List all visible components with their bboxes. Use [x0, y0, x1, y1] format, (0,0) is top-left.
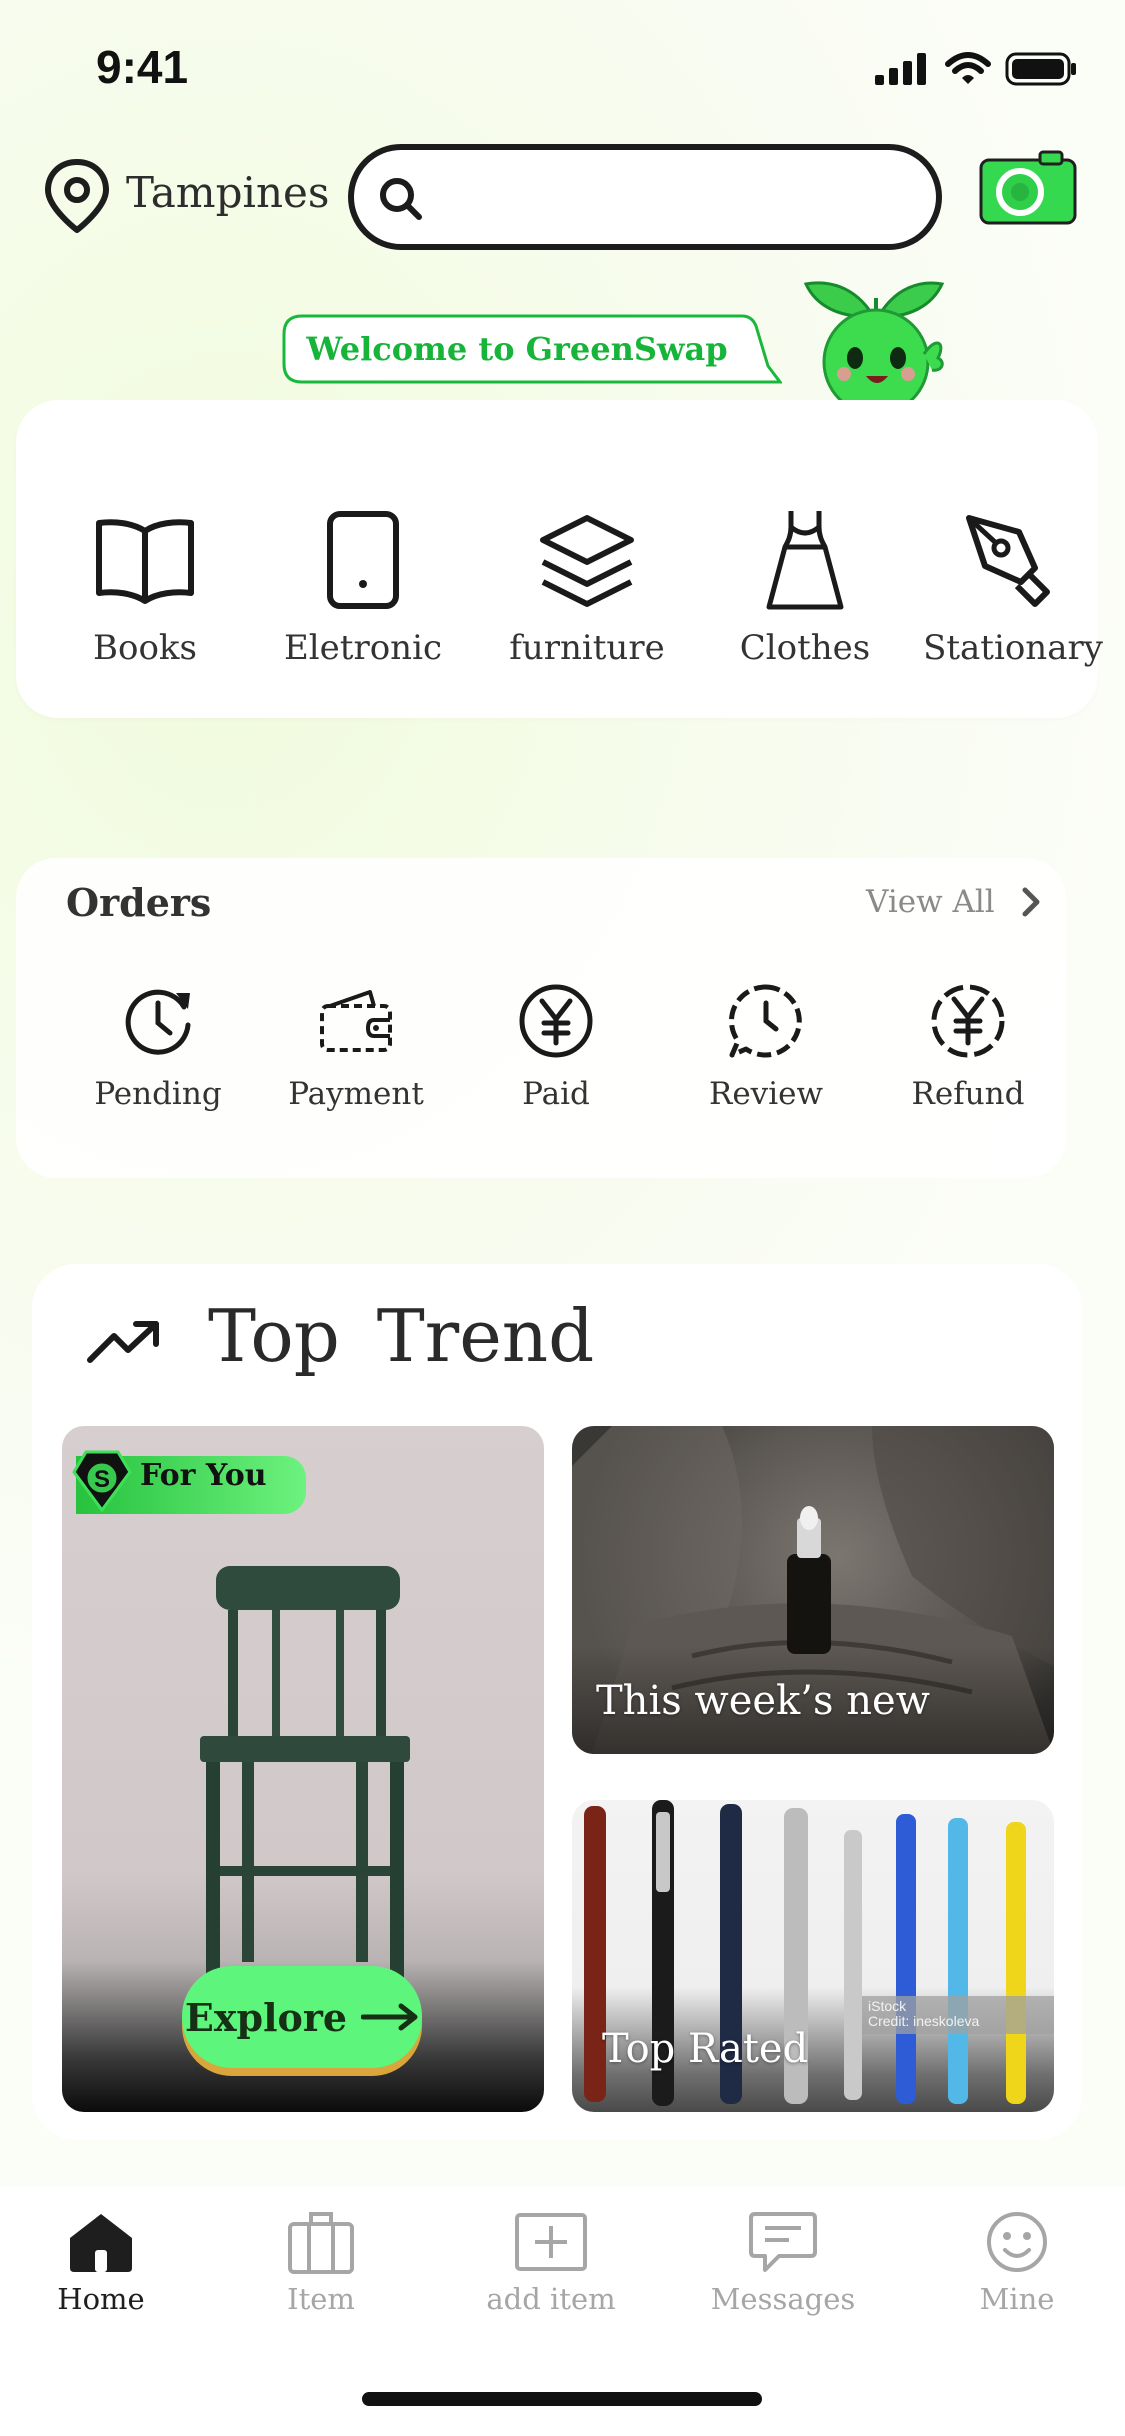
order-pending[interactable]: Pending — [68, 978, 248, 1112]
tab-add-item[interactable]: add item — [466, 2206, 636, 2316]
featured-tile[interactable]: S For You Explore — [62, 1426, 544, 2112]
category-electronic[interactable]: Eletronic — [268, 500, 458, 668]
tab-messages[interactable]: Messages — [698, 2206, 868, 2316]
search-bar[interactable] — [348, 144, 942, 250]
category-stationary[interactable]: Stationary — [918, 500, 1108, 668]
tab-label: Item — [287, 2282, 355, 2316]
smiley-icon — [987, 2212, 1047, 2272]
watermark-brand: iStock — [868, 1998, 907, 2014]
tab-label: Messages — [710, 2282, 856, 2316]
arrow-right-icon — [361, 2003, 418, 2031]
explore-button[interactable]: Explore — [182, 1966, 422, 2068]
orders-title: Orders — [66, 880, 212, 925]
home-icon — [70, 2214, 132, 2272]
order-label: Payment — [288, 1076, 424, 1112]
tab-mine[interactable]: Mine — [932, 2206, 1102, 2316]
message-icon — [749, 2212, 817, 2272]
tab-label: Home — [57, 2282, 145, 2316]
book-icon — [96, 519, 194, 604]
add-square-icon — [515, 2213, 587, 2271]
chair-image — [200, 1566, 410, 1982]
category-clothes[interactable]: Clothes — [710, 500, 900, 668]
category-label: Books — [93, 628, 197, 668]
pen-nib-icon — [966, 515, 1050, 607]
order-label: Review — [709, 1076, 823, 1112]
status-icons — [875, 52, 1077, 86]
chat-bubble-icon — [729, 984, 802, 1058]
order-review[interactable]: Review — [676, 978, 856, 1112]
home-indicator — [362, 2392, 762, 2406]
category-card: Books Eletronic furniture Clothes Statio… — [16, 400, 1103, 718]
svg-text:S: S — [94, 1466, 110, 1493]
briefcase-icon — [288, 2212, 354, 2274]
order-label: Refund — [911, 1076, 1025, 1112]
order-refund[interactable]: Refund — [878, 978, 1058, 1112]
top-trend-title: Top Trend — [208, 1294, 595, 1378]
order-label: Paid — [522, 1076, 590, 1112]
category-label: Stationary — [923, 628, 1103, 668]
location-pin-icon[interactable] — [42, 158, 112, 234]
signal-icon — [875, 53, 926, 85]
tab-item[interactable]: Item — [236, 2206, 406, 2316]
category-label: Clothes — [739, 628, 871, 668]
location-label[interactable]: Tampines — [126, 168, 329, 217]
view-all-link[interactable]: View All — [866, 884, 1041, 920]
tab-label: add item — [486, 2282, 616, 2316]
yen-refund-icon — [931, 984, 1005, 1058]
wallet-icon — [320, 990, 392, 1052]
category-furniture[interactable]: furniture — [492, 500, 682, 668]
battery-icon — [1005, 52, 1076, 86]
wifi-icon — [945, 52, 991, 84]
search-icon — [380, 178, 422, 220]
category-books[interactable]: Books — [50, 500, 240, 668]
welcome-message: Welcome to GreenSwap — [306, 330, 728, 368]
shield-s-icon: S — [72, 1450, 132, 1512]
view-all-label: View All — [866, 884, 995, 920]
yen-coin-icon — [519, 984, 593, 1058]
new-items-tile[interactable]: This week’s new — [572, 1426, 1054, 1754]
clock-refresh-icon — [125, 989, 191, 1055]
status-time: 9:41 — [96, 41, 189, 93]
new-items-caption: This week’s new — [596, 1678, 930, 1724]
order-label: Pending — [94, 1076, 222, 1112]
explore-label: Explore — [184, 1994, 348, 2040]
camera-icon[interactable] — [978, 150, 1078, 226]
category-label: Eletronic — [283, 628, 442, 668]
order-paid[interactable]: Paid — [466, 978, 646, 1112]
trending-up-icon — [87, 1321, 159, 1363]
dress-icon — [766, 511, 844, 610]
tab-home[interactable]: Home — [16, 2206, 186, 2316]
sprout-mascot — [803, 281, 945, 402]
layers-icon — [540, 515, 634, 607]
top-rated-caption: Top Rated — [602, 2026, 809, 2072]
search-input[interactable] — [444, 170, 914, 224]
order-payment[interactable]: Payment — [266, 978, 446, 1112]
tab-label: Mine — [979, 2282, 1055, 2316]
for-you-label: For You — [140, 1458, 267, 1493]
top-rated-tile[interactable]: iStock Credit: ineskoleva Top Rated — [572, 1800, 1054, 2112]
phone-icon — [327, 511, 399, 609]
watermark-credit: Credit: ineskoleva — [868, 2013, 980, 2029]
category-label: furniture — [509, 628, 665, 668]
chevron-right-icon — [1022, 887, 1040, 917]
istock-watermark: iStock Credit: ineskoleva — [862, 1996, 1054, 2034]
